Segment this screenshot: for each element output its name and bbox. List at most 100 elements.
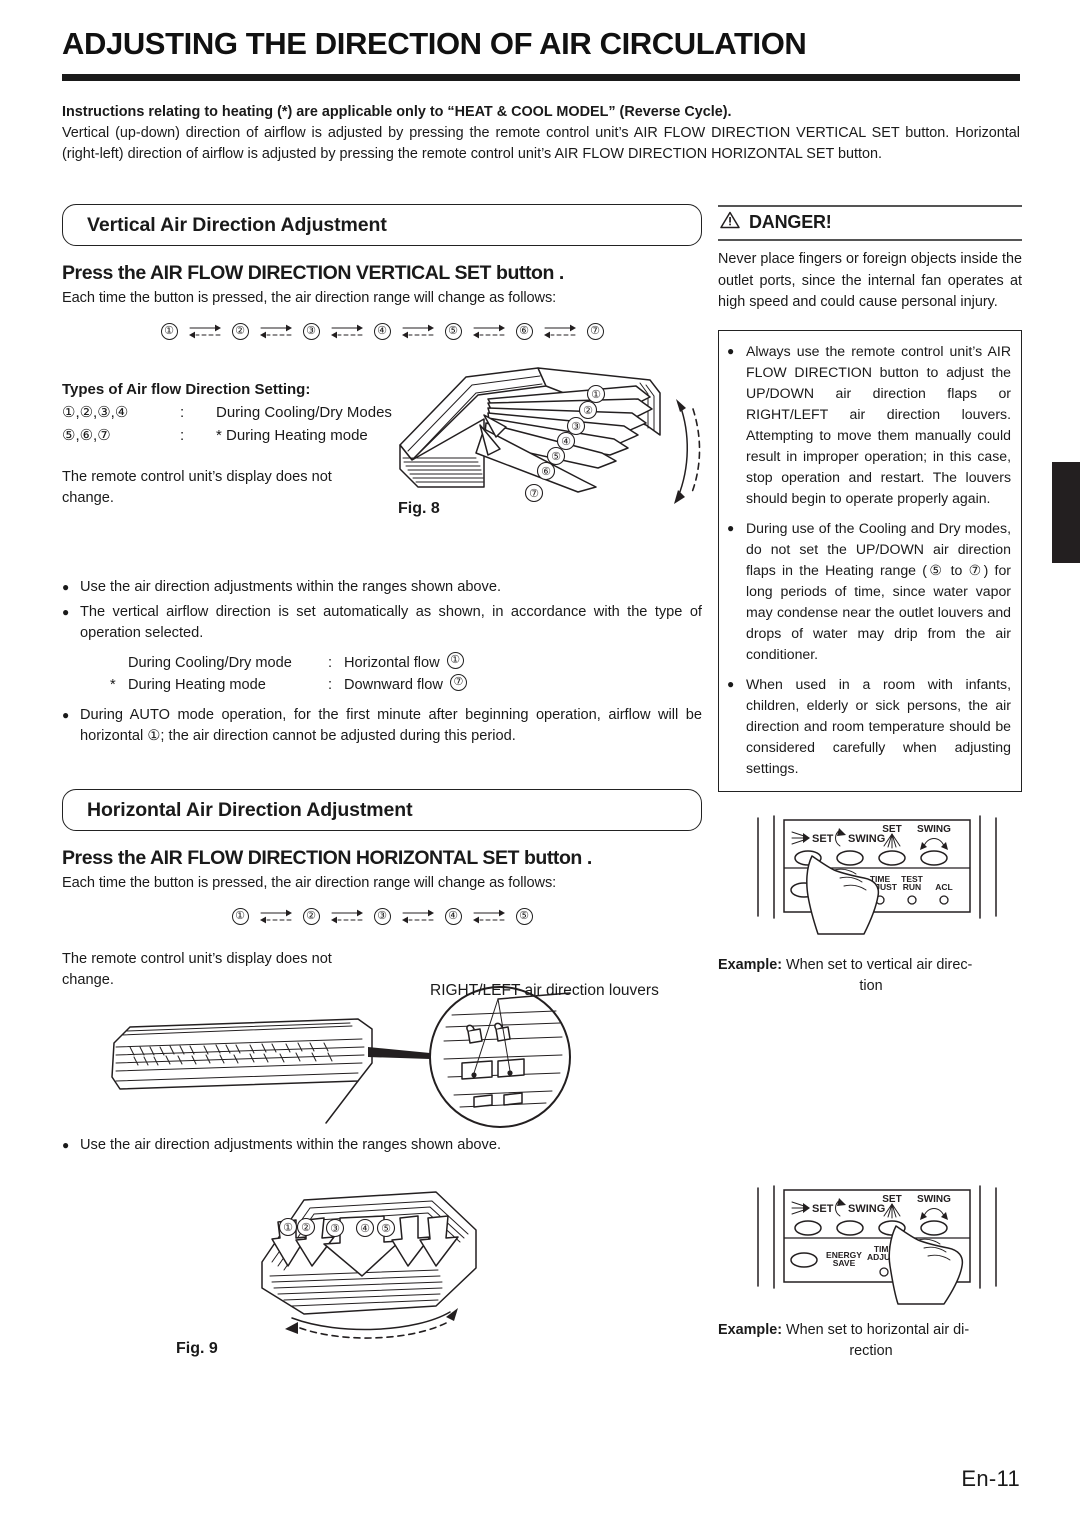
example-vertical-caption: Example: When set to vertical air direc-… [718, 955, 1024, 997]
note-text: During use of the Cooling and Dry modes,… [746, 519, 1011, 662]
bullet-dot-icon: ● [727, 520, 735, 535]
bullet-item: ● Use the air direction adjustments with… [62, 577, 702, 599]
mode-row-label: During Heating mode [128, 676, 266, 693]
svg-text:⑦: ⑦ [529, 488, 539, 500]
remote-control-horizontal-illustration: SET SWING SET SWING ENERGY SAVE TIME ADJ… [752, 1182, 1002, 1305]
svg-text:SAVE: SAVE [833, 1258, 856, 1268]
vertical-sequence: ① ② ③ ④ ⑤ ⑥ ⑦ [62, 322, 702, 340]
mode-row-value: Horizontal flow [344, 654, 440, 671]
horizontal-bullets: ● Use the air direction adjustments with… [62, 1135, 702, 1160]
svg-text:SWING: SWING [848, 1203, 885, 1215]
sequence-number: ② [231, 322, 249, 340]
intro-paragraph: Instructions relating to heating (*) are… [62, 102, 1020, 165]
sequence-number: ③ [302, 322, 320, 340]
bullet-dot-icon: ● [62, 604, 70, 619]
bullet-text: Use the air direction adjustments within… [80, 579, 502, 595]
bullet-text: During AUTO mode operation, for the firs… [80, 706, 702, 745]
mode-row-label: During Cooling/Dry mode [128, 654, 292, 671]
vertical-bullets: ● Use the air direction adjustments with… [62, 577, 702, 751]
example-horizontal-caption: Example: When set to horizontal air di- … [718, 1320, 1024, 1362]
note-item: ● When used in a room with infants, chil… [727, 674, 1011, 779]
svg-text:SWING: SWING [848, 833, 885, 845]
svg-text:②: ② [583, 405, 593, 417]
sequence-number: ③ [373, 907, 391, 925]
sequence-number: ② [302, 907, 320, 925]
page-number: En-11 [961, 1466, 1020, 1491]
example-label: Example: [718, 1322, 782, 1338]
mode-row-star [110, 652, 128, 674]
sequence-number: ⑦ [586, 322, 604, 340]
intro-body: Vertical (up-down) direction of airflow … [62, 125, 1020, 162]
svg-text:③: ③ [571, 421, 581, 433]
sequence-number: ④ [444, 907, 462, 925]
exchange-arrow-icon [259, 322, 293, 340]
svg-text:⑤: ⑤ [381, 1223, 391, 1235]
svg-text:SWING: SWING [917, 824, 951, 835]
vertical-display-note: The remote control unit’s display does n… [62, 469, 332, 506]
bullet-item: ● Use the air direction adjustments with… [62, 1135, 702, 1157]
horizontal-section-heading-label: Horizontal Air Direction Adjustment [87, 798, 413, 821]
note-item: ● Always use the remote control unit’s A… [727, 341, 1011, 509]
danger-header: DANGER! [718, 205, 1022, 241]
svg-text:SWING: SWING [917, 1194, 951, 1205]
bullet-dot-icon: ● [727, 343, 735, 358]
exchange-arrow-icon [330, 907, 364, 925]
mode-row: * During Heating mode : Downward flow ⑦ [110, 673, 702, 696]
exchange-arrow-icon [330, 322, 364, 340]
note-item: ● During use of the Cooling and Dry mode… [727, 518, 1011, 665]
mode-row-value: Downward flow [344, 676, 443, 693]
bullet-dot-icon: ● [727, 676, 735, 691]
svg-text:④: ④ [360, 1223, 370, 1235]
vertical-section-heading-label: Vertical Air Direction Adjustment [87, 213, 387, 236]
remote-control-vertical-illustration: SET SWING SET SWING TIME ADJUST TEST RUN… [752, 812, 1002, 935]
svg-text:SET: SET [882, 824, 901, 835]
sequence-number: ⑤ [515, 907, 533, 925]
mode-row-number: ① [446, 651, 464, 669]
bullet-text: The vertical airflow direction is set au… [80, 603, 702, 642]
svg-text:ACL: ACL [935, 882, 952, 892]
horizontal-sub-line: Each time the button is pressed, the air… [62, 875, 557, 891]
figure-9-caption: Fig. 9 [176, 1340, 218, 1357]
sequence-number: ⑤ [444, 322, 462, 340]
danger-panel: DANGER! Never place fingers or foreign o… [718, 205, 1022, 792]
mode-row-colon: : [328, 676, 333, 693]
types-row-colon: : [180, 427, 185, 444]
example-text-line2: rection [849, 1343, 893, 1359]
types-row-desc: * During Heating mode [216, 427, 368, 444]
exchange-arrow-icon [259, 907, 293, 925]
horizontal-section: Horizontal Air Direction Adjustment Pres… [62, 789, 702, 991]
types-row-desc: During Cooling/Dry Modes [216, 404, 392, 421]
vertical-section: Vertical Air Direction Adjustment Press … [62, 204, 702, 340]
types-row-numbers: ⑤,⑥,⑦ [62, 427, 111, 444]
svg-text:⑤: ⑤ [551, 451, 561, 463]
svg-text:RUN: RUN [903, 882, 921, 892]
horizontal-sequence: ① ② ③ ④ ⑤ [62, 907, 702, 925]
example-text-line2: tion [859, 978, 883, 994]
louvers-callout-label: RIGHT/LEFT air direction louvers [430, 982, 659, 999]
svg-text:③: ③ [330, 1223, 340, 1235]
horizontal-section-heading: Horizontal Air Direction Adjustment [62, 789, 702, 831]
danger-title: DANGER! [749, 212, 832, 232]
exchange-arrow-icon [401, 322, 435, 340]
mode-row-star: * [110, 676, 116, 693]
note-text: Always use the remote control unit’s AIR… [746, 342, 1011, 506]
svg-text:①: ① [283, 1222, 293, 1234]
figure-8-caption: Fig. 8 [398, 500, 440, 517]
sequence-number: ① [160, 322, 178, 340]
sequence-number: ① [231, 907, 249, 925]
example-label: Example: [718, 957, 782, 973]
page-thumb-tab [1052, 462, 1080, 563]
note-text: When used in a room with infants, childr… [746, 675, 1011, 776]
bullet-dot-icon: ● [62, 1138, 70, 1152]
bullet-dot-icon: ● [62, 707, 70, 722]
title-rule [62, 74, 1020, 81]
bullet-item: ● During AUTO mode operation, for the fi… [62, 705, 702, 748]
document-page: ADJUSTING THE DIRECTION OF AIR CIRCULATI… [0, 0, 1080, 1528]
svg-text:①: ① [591, 389, 601, 401]
mode-row-number: ⑦ [449, 673, 467, 691]
bullet-text: Use the air direction adjustments within… [80, 1137, 502, 1153]
svg-text:SET: SET [882, 1194, 901, 1205]
figure-9-air-conditioner-horizontal: ① ② ③ ④ ⑤ [200, 1180, 530, 1350]
exchange-arrow-icon [472, 907, 506, 925]
types-row-numbers: ①,②,③,④ [62, 404, 129, 421]
